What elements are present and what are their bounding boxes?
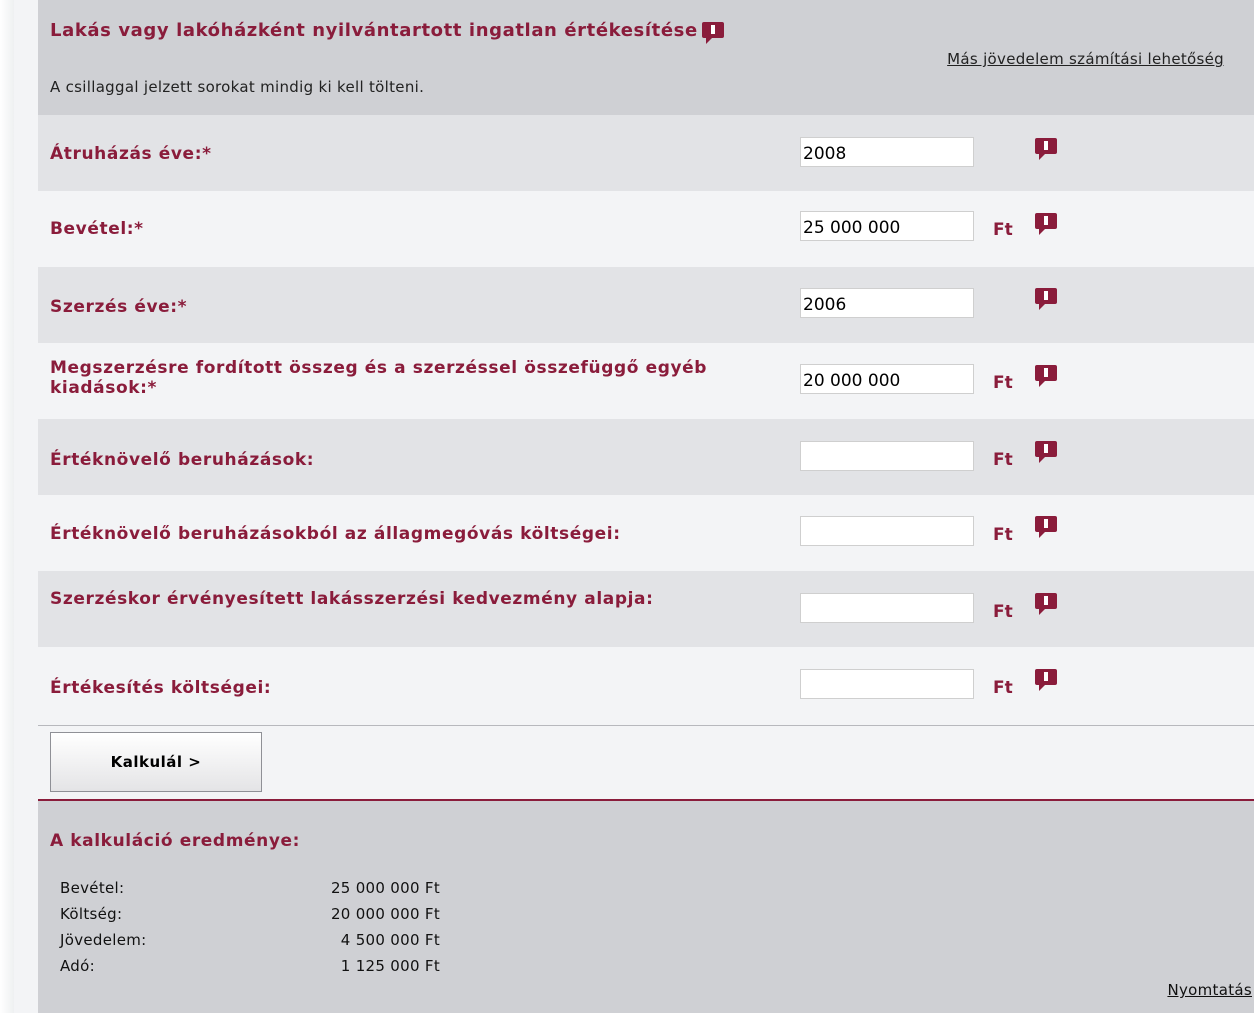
acquisition-year-input[interactable] <box>800 288 974 318</box>
acquisition-year-label: Szerzés éve:* <box>50 297 188 317</box>
result-label: Jövedelem: <box>60 931 147 949</box>
currency-unit: Ft <box>993 450 1013 470</box>
result-label: Adó: <box>60 957 95 975</box>
transfer-year-input[interactable] <box>800 137 974 167</box>
revenue-label: Bevétel:* <box>50 219 144 239</box>
sale-costs-input[interactable] <box>800 669 974 699</box>
result-row-tax: Adó: 1 125 000 Ft <box>60 957 440 979</box>
result-row-revenue: Bevétel: 25 000 000 Ft <box>60 879 440 901</box>
form-row-acquisition-year: Szerzés éve:* <box>38 267 1254 343</box>
result-row-cost: Költség: 20 000 000 Ft <box>60 905 440 927</box>
other-income-calc-link[interactable]: Más jövedelem számítási lehetőség <box>947 50 1224 68</box>
print-link[interactable]: Nyomtatás <box>1167 981 1252 999</box>
form-row-sale-costs: Értékesítés költségei: Ft <box>38 647 1254 725</box>
info-icon[interactable] <box>1035 365 1057 387</box>
value-increasing-investments-input[interactable] <box>800 441 974 471</box>
info-icon[interactable] <box>1035 441 1057 463</box>
info-icon[interactable] <box>1035 669 1057 691</box>
result-value: 4 500 000 Ft <box>340 931 440 949</box>
sale-costs-label: Értékesítés költségei: <box>50 678 272 698</box>
page-title: Lakás vagy lakóházként nyilvántartott in… <box>50 18 750 44</box>
result-value: 1 125 000 Ft <box>340 957 440 975</box>
acquisition-cost-input[interactable] <box>800 364 974 394</box>
calculator-card: Lakás vagy lakóházként nyilvántartott in… <box>38 0 1254 1013</box>
result-label: Költség: <box>60 905 123 923</box>
acquisition-cost-label: Megszerzésre fordított összeg és a szerz… <box>50 358 708 398</box>
result-value: 25 000 000 Ft <box>330 879 440 897</box>
info-icon[interactable] <box>1035 138 1057 160</box>
info-icon[interactable] <box>1035 593 1057 615</box>
value-increasing-investments-label: Értéknövelő beruházások: <box>50 450 315 470</box>
calculator-header: Lakás vagy lakóházként nyilvántartott in… <box>38 0 1254 116</box>
results-panel: A kalkuláció eredménye: Bevétel: 25 000 … <box>38 799 1254 1013</box>
currency-unit: Ft <box>993 678 1013 698</box>
required-fields-note: A csillaggal jelzett sorokat mindig ki k… <box>50 78 425 96</box>
housing-allowance-label: Szerzéskor érvényesített lakásszerzési k… <box>50 589 654 609</box>
form-row-value-increasing-investments: Értéknövelő beruházások: Ft <box>38 419 1254 495</box>
maintenance-costs-label: Értéknövelő beruházásokból az állagmegóv… <box>50 524 621 544</box>
info-icon[interactable] <box>1035 213 1057 235</box>
currency-unit: Ft <box>993 220 1013 240</box>
currency-unit: Ft <box>993 373 1013 393</box>
page-title-text: Lakás vagy lakóházként nyilvántartott in… <box>50 20 698 41</box>
button-bar: Kalkulál > <box>38 725 1254 800</box>
maintenance-costs-input[interactable] <box>800 516 974 546</box>
info-icon[interactable] <box>1035 288 1057 310</box>
page-edge <box>0 0 14 1013</box>
currency-unit: Ft <box>993 525 1013 545</box>
result-label: Bevétel: <box>60 879 125 897</box>
result-value: 20 000 000 Ft <box>330 905 440 923</box>
housing-allowance-input[interactable] <box>800 593 974 623</box>
form-row-revenue: Bevétel:* Ft <box>38 191 1254 267</box>
revenue-input[interactable] <box>800 211 974 241</box>
results-title: A kalkuláció eredménye: <box>50 831 301 851</box>
calculate-button[interactable]: Kalkulál > <box>50 732 262 792</box>
info-icon[interactable] <box>1035 516 1057 538</box>
info-icon[interactable] <box>701 22 724 44</box>
form-row-maintenance-costs: Értéknövelő beruházásokból az állagmegóv… <box>38 495 1254 571</box>
result-row-income: Jövedelem: 4 500 000 Ft <box>60 931 440 953</box>
form-row-transfer-year: Átruházás éve:* <box>38 115 1254 191</box>
transfer-year-label: Átruházás éve:* <box>50 144 212 164</box>
page: Lakás vagy lakóházként nyilvántartott in… <box>0 0 1254 1013</box>
currency-unit: Ft <box>993 602 1013 622</box>
form-row-housing-allowance: Szerzéskor érvényesített lakásszerzési k… <box>38 571 1254 647</box>
form-row-acquisition-cost: Megszerzésre fordított összeg és a szerz… <box>38 343 1254 419</box>
